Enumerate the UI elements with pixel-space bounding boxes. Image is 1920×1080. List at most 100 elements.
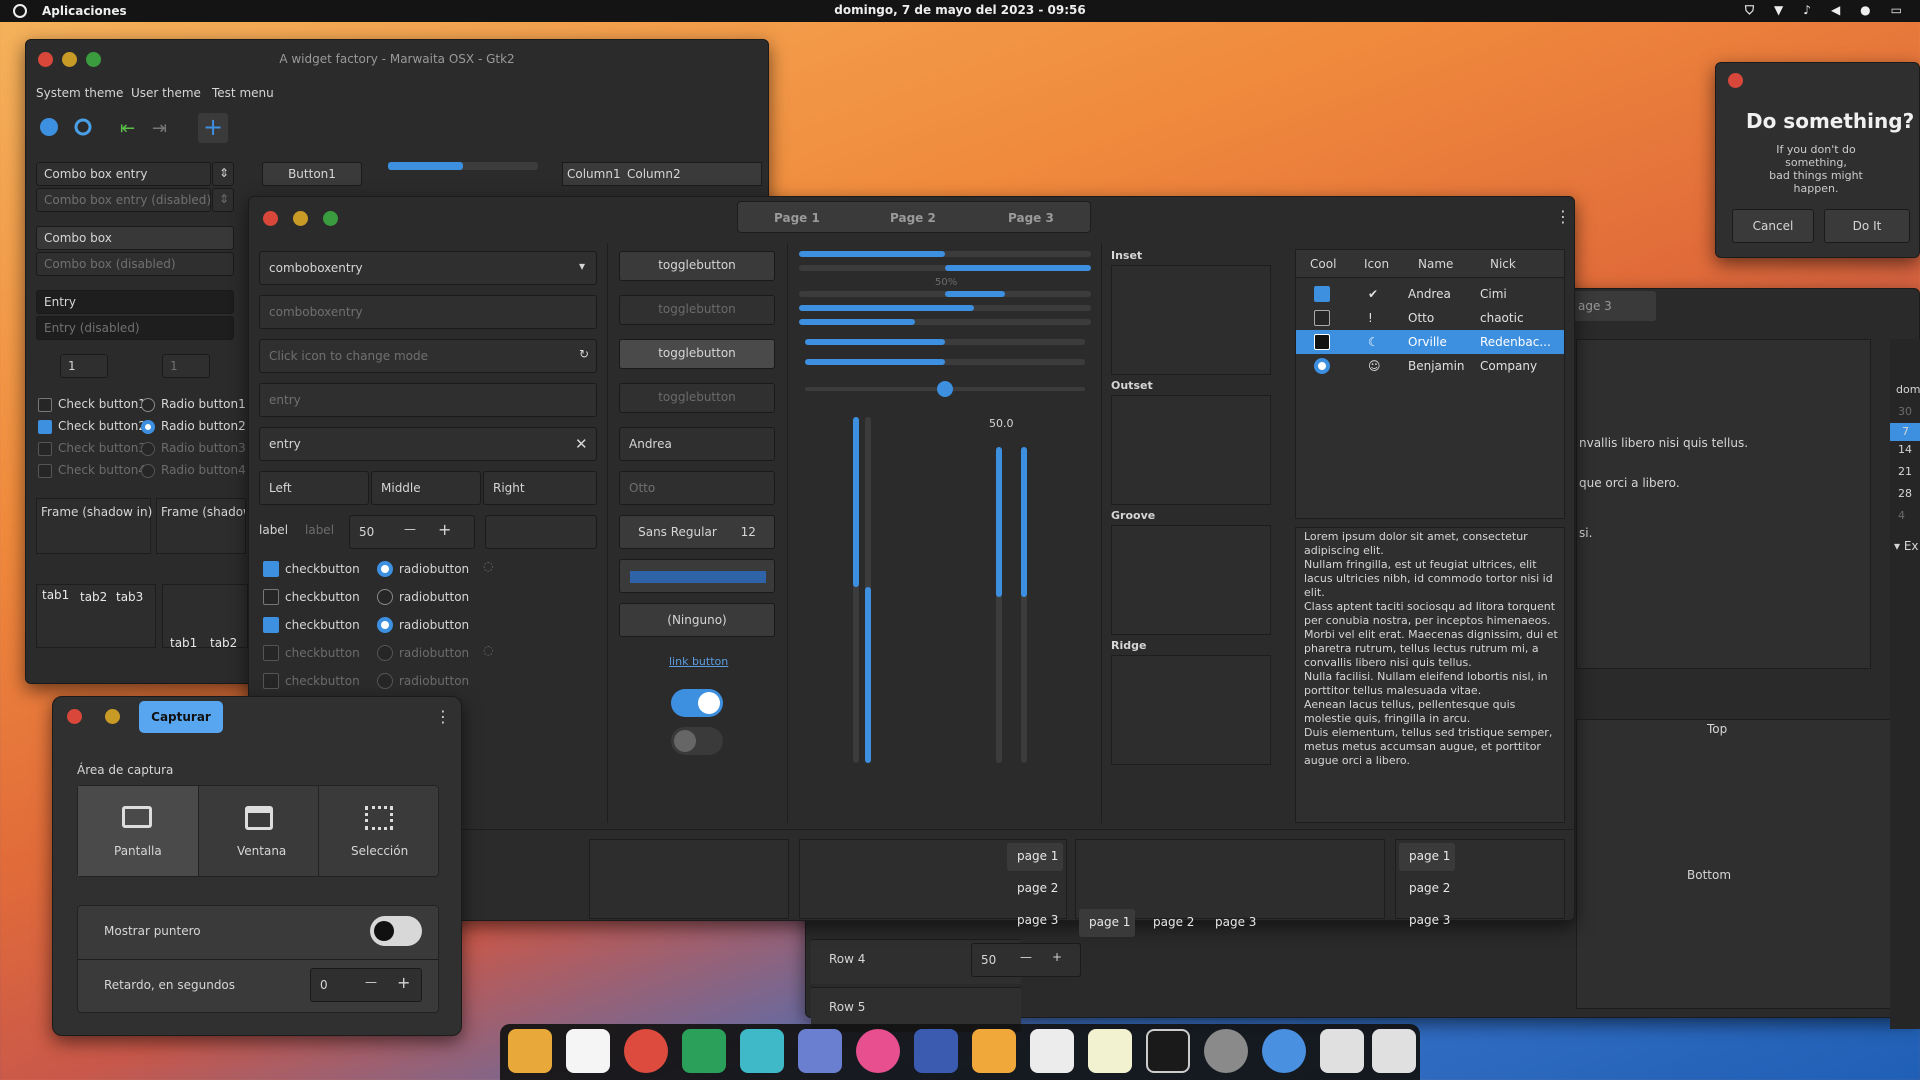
combo-box-entry[interactable]: comboboxentry <box>259 251 597 285</box>
tree-row[interactable]: ✔ Andrea Cimi <box>1296 282 1564 306</box>
mail-icon[interactable] <box>972 1029 1016 1073</box>
dropdown-arrow-icon[interactable]: ▾ <box>579 259 585 273</box>
checkbutton[interactable] <box>263 589 279 605</box>
cal-day[interactable]: 30 <box>1898 405 1912 418</box>
row4-spin[interactable]: 50 — + <box>971 943 1081 977</box>
chrome-icon[interactable] <box>624 1029 668 1073</box>
link-button[interactable]: link button <box>669 655 728 668</box>
minimize-button[interactable] <box>105 709 120 724</box>
camera-icon[interactable] <box>740 1029 784 1073</box>
video-player-icon[interactable] <box>914 1029 958 1073</box>
cool-check[interactable] <box>1314 286 1330 302</box>
goto-first-icon[interactable]: ⇤ <box>120 118 135 139</box>
about-icon[interactable] <box>38 116 60 138</box>
window-icon[interactable]: ▭ <box>1891 3 1902 18</box>
tab3[interactable]: tab3 <box>116 590 143 604</box>
vertical-scale[interactable] <box>853 417 859 763</box>
menu-system-theme[interactable]: System theme <box>36 86 123 100</box>
tab-bottom[interactable]: Bottom <box>1687 868 1731 882</box>
slider-handle[interactable] <box>937 381 953 397</box>
column-header[interactable]: Column2 <box>627 167 681 181</box>
close-button[interactable] <box>1728 73 1743 88</box>
switch-off[interactable] <box>671 727 723 755</box>
ltab-page-3[interactable]: page 3 <box>1409 913 1450 927</box>
vtab-page-1[interactable]: page 1 <box>1017 849 1058 863</box>
tab-top[interactable]: Top <box>1707 722 1727 736</box>
bell-icon[interactable]: ♪ <box>1803 3 1811 18</box>
scale[interactable] <box>805 359 1085 365</box>
files-icon[interactable] <box>508 1029 552 1073</box>
volume-icon[interactable]: ◀ <box>1831 3 1840 18</box>
button1[interactable]: Button1 <box>262 162 362 186</box>
ltab-page-1[interactable]: page 1 <box>1409 849 1450 863</box>
tab1[interactable]: tab1 <box>170 636 197 650</box>
vtab-page-3[interactable]: page 3 <box>1017 913 1058 927</box>
tab1[interactable]: tab1 <box>42 588 69 602</box>
tab2[interactable]: tab2 <box>80 590 107 604</box>
widget-factory-2-icon[interactable] <box>1372 1029 1416 1073</box>
check-button-1[interactable] <box>38 398 52 412</box>
wifi-icon[interactable]: ▼ <box>1774 3 1783 18</box>
spin-button-1[interactable]: 1 <box>60 354 108 378</box>
cal-day[interactable]: 14 <box>1898 443 1912 456</box>
maximize-button[interactable] <box>323 211 338 226</box>
column-header[interactable]: Column1 <box>567 167 621 181</box>
radio-button-2[interactable] <box>141 420 155 434</box>
clear-icon[interactable]: ✕ <box>575 435 588 453</box>
spiral-app-icon[interactable] <box>856 1029 900 1073</box>
minus-icon[interactable]: — <box>365 975 377 989</box>
cancel-button[interactable]: Cancel <box>1732 209 1814 243</box>
cool-radio[interactable] <box>1314 358 1330 374</box>
column-cool[interactable]: Cool <box>1310 257 1336 271</box>
clock[interactable]: domingo, 7 de mayo del 2023 - 09:56 <box>0 3 1920 17</box>
widget-factory-icon[interactable] <box>1320 1029 1364 1073</box>
tree-row[interactable]: ☺ Benjamin Company <box>1296 354 1564 378</box>
expander[interactable]: ▾ Ex <box>1894 539 1919 553</box>
combo-middle[interactable]: Middle <box>371 471 481 505</box>
cal-day[interactable]: 21 <box>1898 465 1912 478</box>
checkbutton-checked[interactable] <box>263 561 279 577</box>
page3-tab[interactable]: age 3 <box>1566 291 1656 321</box>
refresh-icon[interactable]: ↻ <box>579 347 589 361</box>
entry-clearable[interactable]: entry <box>259 427 597 461</box>
togglebutton[interactable]: togglebutton <box>619 251 775 281</box>
capture-button[interactable]: Capturar <box>139 701 223 733</box>
togglebutton-active[interactable]: togglebutton <box>619 339 775 369</box>
add-icon[interactable]: + <box>198 113 228 143</box>
delay-spin[interactable]: 0 — + <box>310 968 422 1002</box>
close-button[interactable] <box>67 709 82 724</box>
check-button-2[interactable] <box>38 420 52 434</box>
htab-page-3[interactable]: page 3 <box>1215 915 1256 929</box>
menu-test[interactable]: Test menu <box>212 86 274 100</box>
minus-icon[interactable]: — <box>1020 950 1032 964</box>
mode-window[interactable]: Ventana <box>198 786 318 876</box>
gnome-foot-icon[interactable] <box>1262 1029 1306 1073</box>
entry-placeholder[interactable]: entry <box>259 383 597 417</box>
vertical-scale[interactable] <box>996 447 1002 763</box>
tab-page-3[interactable]: Page 3 <box>1008 211 1054 225</box>
text-view[interactable]: Lorem ipsum dolor sit amet, consectetur … <box>1295 527 1565 823</box>
image-viewer-icon[interactable] <box>798 1029 842 1073</box>
combo-left[interactable]: Left <box>259 471 369 505</box>
scale[interactable] <box>805 339 1085 345</box>
menu-user-theme[interactable]: User theme <box>131 86 201 100</box>
combo-andrea[interactable]: Andrea <box>619 427 775 461</box>
menu-icon[interactable]: ⋮ <box>1555 207 1571 226</box>
spin-button[interactable]: 50 — + <box>349 515 475 549</box>
text-editor-icon[interactable] <box>1088 1029 1132 1073</box>
terminal-icon[interactable] <box>1146 1029 1190 1073</box>
user-icon[interactable]: ● <box>1860 3 1870 18</box>
vertical-scale[interactable] <box>1021 447 1027 763</box>
plus-icon[interactable]: + <box>438 520 451 539</box>
checkbutton-mixed[interactable] <box>263 617 279 633</box>
plus-icon[interactable]: + <box>397 973 410 992</box>
tree-row-selected[interactable]: ☾ Orville Redenbac... <box>1296 330 1564 354</box>
do-it-button[interactable]: Do It <box>1824 209 1910 243</box>
cal-day-selected[interactable]: 7 <box>1890 423 1920 441</box>
vtab-page-2[interactable]: page 2 <box>1017 881 1058 895</box>
tree-row[interactable]: ! Otto chaotic <box>1296 306 1564 330</box>
combo-arrow-icon[interactable]: ⇕ <box>212 162 234 186</box>
tab2[interactable]: tab2 <box>210 636 237 650</box>
htab-page-1[interactable]: page 1 <box>1089 915 1130 929</box>
mode-selection[interactable]: Selección <box>318 786 438 876</box>
